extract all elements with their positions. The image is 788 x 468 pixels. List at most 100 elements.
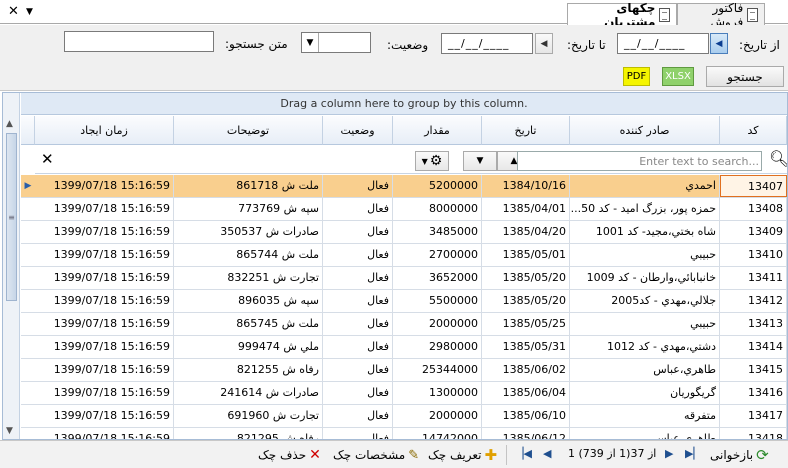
scrollbar-thumb[interactable]: ≡ bbox=[6, 133, 17, 301]
cell-status[interactable]: فعال bbox=[323, 336, 393, 358]
table-row[interactable]: 1399/07/18 15:16:59 رفاه ش 821255 فعال 2534… bbox=[21, 359, 787, 382]
from-date-nav-button[interactable]: ◀ bbox=[710, 33, 728, 54]
cell-description[interactable]: سپه ش 773769 bbox=[174, 198, 323, 220]
table-row[interactable]: 1399/07/18 15:16:59 تجارت ش 691960 فعال 200… bbox=[21, 405, 787, 428]
cell-created[interactable]: 1399/07/18 15:16:59 bbox=[35, 359, 174, 381]
cell-issuer[interactable]: حبيبي bbox=[570, 313, 720, 335]
close-icon[interactable]: ✕ bbox=[8, 4, 19, 19]
search-button[interactable]: جستجو bbox=[706, 66, 784, 87]
cell-code[interactable]: 13412 bbox=[720, 290, 787, 312]
cell-created[interactable]: 1399/07/18 15:16:59 bbox=[35, 405, 174, 427]
cell-created[interactable]: 1399/07/18 15:16:59 bbox=[35, 382, 174, 404]
cell-amount[interactable]: 2980000 bbox=[393, 336, 482, 358]
cell-date[interactable]: 1385/04/20 bbox=[482, 221, 570, 243]
cell-status[interactable]: فعال bbox=[323, 221, 393, 243]
cell-status[interactable]: فعال bbox=[323, 198, 393, 220]
cell-date[interactable]: 1385/05/01 bbox=[482, 244, 570, 266]
cell-issuer[interactable]: حمزه پور، بزرگ امید - کد 50... bbox=[570, 198, 720, 220]
table-row[interactable]: 1399/07/18 15:16:59 سپه ش 773769 فعال 80000… bbox=[21, 198, 787, 221]
cell-issuer[interactable]: احمدي bbox=[570, 175, 720, 197]
cell-issuer[interactable]: طاهري،عباس bbox=[570, 359, 720, 381]
group-panel[interactable]: Drag a column here to group by this colu… bbox=[21, 93, 787, 115]
first-page-icon[interactable]: ▕◀ bbox=[515, 447, 532, 460]
cell-description[interactable]: سپه ش 896035 bbox=[174, 290, 323, 312]
check-details-button[interactable]: ✎ مشخصات چک bbox=[333, 446, 419, 464]
cell-amount[interactable]: 2000000 bbox=[393, 405, 482, 427]
cell-amount[interactable]: 5500000 bbox=[393, 290, 482, 312]
cell-date[interactable]: 1385/05/20 bbox=[482, 267, 570, 289]
cell-created[interactable]: 1399/07/18 15:16:59 bbox=[35, 336, 174, 358]
table-row[interactable]: 1399/07/18 15:16:59 ملي ش 999474 فعال 29800… bbox=[21, 336, 787, 359]
cell-description[interactable]: رفاه ش 821255 bbox=[174, 359, 323, 381]
column-header-status[interactable]: وضعیت bbox=[323, 116, 393, 145]
cell-description[interactable]: ملت ش 865745 bbox=[174, 313, 323, 335]
cell-created[interactable]: 1399/07/18 15:16:59 bbox=[35, 313, 174, 335]
cell-issuer[interactable]: متفرقه bbox=[570, 405, 720, 427]
tab-customer-checks[interactable]: چکهای مشتریان bbox=[567, 1, 677, 29]
cell-amount[interactable]: 1300000 bbox=[393, 382, 482, 404]
cell-created[interactable]: 1399/07/18 15:16:59 bbox=[35, 198, 174, 220]
from-date-input[interactable]: __/__/____ bbox=[617, 33, 709, 54]
last-page-icon[interactable]: ▶▏ bbox=[685, 447, 702, 460]
cell-status[interactable]: فعال bbox=[323, 359, 393, 381]
cell-amount[interactable]: 2000000 bbox=[393, 313, 482, 335]
cell-code[interactable]: 13407 bbox=[720, 175, 787, 197]
cell-amount[interactable]: 2700000 bbox=[393, 244, 482, 266]
cell-description[interactable]: ملت ش 865744 bbox=[174, 244, 323, 266]
filter-options-button[interactable]: ▼ ⚙ bbox=[415, 151, 449, 171]
cell-status[interactable]: فعال bbox=[323, 175, 393, 197]
cell-amount[interactable]: 14742000 bbox=[393, 428, 482, 439]
cell-description[interactable]: ملت ش 861718 bbox=[174, 175, 323, 197]
cell-code[interactable]: 13415 bbox=[720, 359, 787, 381]
cell-issuer[interactable]: گريگوريان bbox=[570, 382, 720, 404]
cell-created[interactable]: 1399/07/18 15:16:59 bbox=[35, 267, 174, 289]
cell-code[interactable]: 13417 bbox=[720, 405, 787, 427]
to-date-input[interactable]: __/__/____ bbox=[441, 33, 533, 54]
cell-code[interactable]: 13409 bbox=[720, 221, 787, 243]
cell-issuer[interactable]: شاه بختي،مجيد- کد 1001 bbox=[570, 221, 720, 243]
cell-issuer[interactable]: خانبابائي،وارطان - کد 1009 bbox=[570, 267, 720, 289]
cell-code[interactable]: 13408 bbox=[720, 198, 787, 220]
scroll-up-icon[interactable]: ▲ bbox=[6, 119, 13, 129]
cell-status[interactable]: فعال bbox=[323, 244, 393, 266]
sort-down-button[interactable]: ▼ bbox=[463, 151, 497, 171]
cell-issuer[interactable]: طاهري،عباس bbox=[570, 428, 720, 439]
cell-created[interactable]: 1399/07/18 15:16:59 bbox=[35, 221, 174, 243]
cell-date[interactable]: 1384/10/16 bbox=[482, 175, 570, 197]
cell-created[interactable]: 1399/07/18 15:16:59 bbox=[35, 428, 174, 439]
chevron-down-icon[interactable]: ▼ bbox=[26, 7, 33, 17]
cell-description[interactable]: ملي ش 999474 bbox=[174, 336, 323, 358]
column-header-created[interactable]: زمان ایجاد bbox=[35, 116, 174, 145]
table-row[interactable]: 1399/07/18 15:16:59 تجارت ش 832251 فعال 365… bbox=[21, 267, 787, 290]
cell-issuer[interactable]: جلالي،مهدي - کد2005 bbox=[570, 290, 720, 312]
cell-amount[interactable]: 3652000 bbox=[393, 267, 482, 289]
to-date-nav-button[interactable]: ◀ bbox=[535, 33, 553, 54]
status-select[interactable]: ▼ bbox=[301, 32, 371, 53]
cell-code[interactable]: 13418 bbox=[720, 428, 787, 439]
search-text-input[interactable] bbox=[64, 31, 214, 52]
cell-status[interactable]: فعال bbox=[323, 405, 393, 427]
cell-issuer[interactable]: حبيبي bbox=[570, 244, 720, 266]
table-row[interactable]: ▶ 1399/07/18 15:16:59 ملت ش 861718 فعال 5200… bbox=[21, 175, 787, 198]
cell-created[interactable]: 1399/07/18 15:16:59 bbox=[35, 175, 174, 197]
cell-created[interactable]: 1399/07/18 15:16:59 bbox=[35, 244, 174, 266]
cell-description[interactable]: صادرات ش 241614 bbox=[174, 382, 323, 404]
define-check-button[interactable]: ✚ تعریف چک bbox=[428, 446, 497, 464]
cell-description[interactable]: تجارت ش 691960 bbox=[174, 405, 323, 427]
cell-code[interactable]: 13414 bbox=[720, 336, 787, 358]
export-pdf-button[interactable]: PDF bbox=[623, 67, 650, 86]
cell-date[interactable]: 1385/05/20 bbox=[482, 290, 570, 312]
cell-description[interactable]: صادرات ش 350537 bbox=[174, 221, 323, 243]
cell-date[interactable]: 1385/06/02 bbox=[482, 359, 570, 381]
cell-code[interactable]: 13416 bbox=[720, 382, 787, 404]
vertical-scrollbar[interactable]: ▲ ≡ ▼ bbox=[3, 93, 20, 439]
search-icon[interactable]: 🔍︎ bbox=[769, 149, 787, 168]
column-header-description[interactable]: توضیحات bbox=[174, 116, 323, 145]
clear-filter-icon[interactable]: ✕ bbox=[41, 150, 54, 168]
cell-amount[interactable]: 8000000 bbox=[393, 198, 482, 220]
cell-date[interactable]: 1385/06/10 bbox=[482, 405, 570, 427]
grid-search-input[interactable]: Enter text to search... bbox=[517, 151, 762, 171]
delete-check-button[interactable]: ✕ حذف چک bbox=[258, 446, 321, 464]
export-xlsx-button[interactable]: XLSX bbox=[662, 67, 694, 86]
cell-description[interactable]: تجارت ش 832251 bbox=[174, 267, 323, 289]
